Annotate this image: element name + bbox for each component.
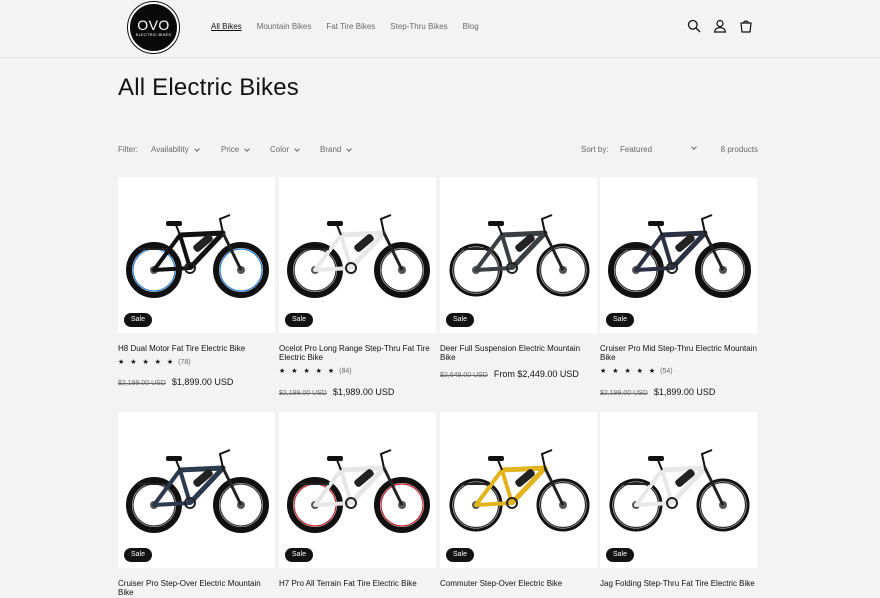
filter-bar: Filter: Availability Price Color Brand S… xyxy=(118,144,758,157)
compare-price: $2,649.00 USD xyxy=(440,372,488,379)
nav-blog[interactable]: Blog xyxy=(463,21,479,33)
filter-brand-label: Brand xyxy=(320,145,342,154)
filter-availability[interactable]: Availability xyxy=(151,145,200,154)
product-title[interactable]: H8 Dual Motor Fat Tire Electric Bike xyxy=(118,344,275,353)
sale-price: From $2,449.00 USD xyxy=(493,369,579,379)
product-rating: ★ ★ ★ ★ ★ (78) xyxy=(118,358,191,366)
account-icon[interactable] xyxy=(713,19,727,33)
product-image[interactable]: Sale xyxy=(600,177,757,333)
logo[interactable]: OVO ELECTRIC BIKES xyxy=(128,2,179,53)
review-count: (78) xyxy=(178,359,191,366)
filter-availability-label: Availability xyxy=(151,145,189,154)
chevron-down-icon xyxy=(294,145,300,152)
header-icons xyxy=(687,19,753,33)
product-image[interactable]: Sale xyxy=(118,412,275,568)
review-count: (54) xyxy=(660,368,673,375)
sale-badge: Sale xyxy=(285,548,314,562)
product-price: $2,199.00 USD $1,989.00 USD xyxy=(279,387,394,397)
chevron-down-icon xyxy=(691,144,697,150)
logo-subtext: ELECTRIC BIKES xyxy=(135,31,172,37)
product-title[interactable]: Jag Folding Step-Thru Fat Tire Electric … xyxy=(600,579,757,588)
bike-illustration xyxy=(449,214,590,297)
filter-color[interactable]: Color xyxy=(270,145,300,154)
product-price: $2,199.00 USD $1,899.00 USD xyxy=(118,377,233,387)
compare-price: $2,199.00 USD xyxy=(118,380,166,387)
product-rating: ★ ★ ★ ★ ★ (84) xyxy=(279,367,352,375)
product-title[interactable]: H7 Pro All Terrain Fat Tire Electric Bik… xyxy=(279,579,436,588)
filter-label: Filter: xyxy=(118,145,138,154)
bike-illustration xyxy=(608,214,751,298)
filter-price-label: Price xyxy=(221,145,240,154)
sale-badge: Sale xyxy=(606,548,635,562)
sale-badge: Sale xyxy=(446,548,475,562)
rating-stars: ★ ★ ★ ★ ★ xyxy=(118,359,176,366)
chevron-down-icon xyxy=(244,145,251,152)
sale-badge: Sale xyxy=(446,313,475,327)
product-title[interactable]: Commuter Step-Over Electric Bike xyxy=(440,579,597,588)
logo-text: OVO xyxy=(137,16,170,33)
bike-illustration xyxy=(609,449,750,532)
rating-stars: ★ ★ ★ ★ ★ xyxy=(600,368,658,375)
sort-value: Featured xyxy=(620,145,653,154)
bike-illustration xyxy=(126,214,269,298)
product-title[interactable]: Cruiser Pro Mid Step-Thru Electric Mount… xyxy=(600,344,757,362)
compare-price: $2,199.00 USD xyxy=(279,390,327,397)
page-title: All Electric Bikes xyxy=(118,74,299,101)
nav-step-thru-bikes[interactable]: Step-Thru Bikes xyxy=(390,21,447,33)
sale-badge: Sale xyxy=(285,313,314,327)
sort-select[interactable]: Featured xyxy=(620,144,698,154)
rating-stars: ★ ★ ★ ★ ★ xyxy=(279,368,337,375)
site-header: OVO ELECTRIC BIKES All Bikes Mountain Bi… xyxy=(0,0,880,58)
sale-price: $1,899.00 USD xyxy=(171,377,234,387)
search-icon[interactable] xyxy=(687,19,701,33)
bike-illustration xyxy=(287,449,430,533)
nav-fat-tire-bikes[interactable]: Fat Tire Bikes xyxy=(326,21,375,33)
product-image[interactable]: Sale xyxy=(118,177,275,333)
filter-color-label: Color xyxy=(270,145,290,154)
sale-badge: Sale xyxy=(124,548,153,562)
product-image[interactable]: Sale xyxy=(600,412,757,568)
review-count: (84) xyxy=(339,368,352,375)
bike-illustration xyxy=(287,214,430,298)
product-image[interactable]: Sale xyxy=(279,177,436,333)
product-title[interactable]: Ocelot Pro Long Range Step-Thru Fat Tire… xyxy=(279,344,436,362)
sale-price: $1,899.00 USD xyxy=(653,387,716,397)
chevron-down-icon xyxy=(193,145,200,152)
nav-all-bikes[interactable]: All Bikes xyxy=(211,21,242,33)
product-count: 8 products xyxy=(720,145,758,154)
nav-mountain-bikes[interactable]: Mountain Bikes xyxy=(257,21,312,33)
sale-badge: Sale xyxy=(124,313,153,327)
bike-illustration xyxy=(126,449,269,533)
product-image[interactable]: Sale xyxy=(279,412,436,568)
cart-icon[interactable] xyxy=(739,19,753,33)
main-nav: All Bikes Mountain Bikes Fat Tire Bikes … xyxy=(211,21,494,33)
product-rating: ★ ★ ★ ★ ★ (54) xyxy=(600,367,673,375)
bike-illustration xyxy=(449,449,590,532)
product-image[interactable]: Sale xyxy=(440,412,597,568)
filter-price[interactable]: Price xyxy=(221,145,251,154)
sort-label: Sort by: xyxy=(581,145,609,154)
filter-brand[interactable]: Brand xyxy=(320,145,353,154)
compare-price: $2,199.00 USD xyxy=(600,390,648,397)
product-image[interactable]: Sale xyxy=(440,177,597,333)
product-title[interactable]: Cruiser Pro Step-Over Electric Mountain … xyxy=(118,579,275,597)
sale-price: $1,989.00 USD xyxy=(332,387,395,397)
product-title[interactable]: Deer Full Suspension Electric Mountain B… xyxy=(440,344,597,362)
product-price: $2,649.00 USD From $2,449.00 USD xyxy=(440,369,579,379)
chevron-down-icon xyxy=(346,145,353,152)
product-price: $2,199.00 USD $1,899.00 USD xyxy=(600,387,715,397)
sale-badge: Sale xyxy=(606,313,635,327)
